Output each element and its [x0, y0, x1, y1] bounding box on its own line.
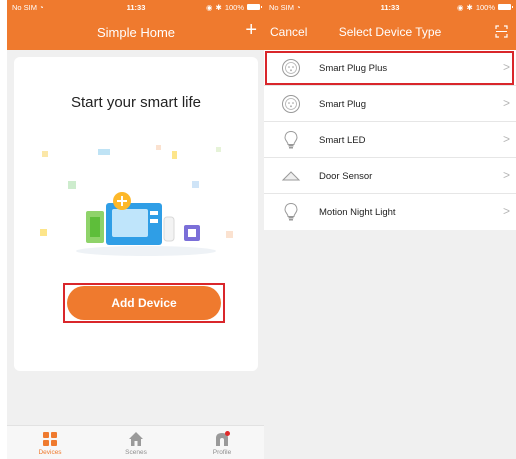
highlight-frame	[265, 51, 514, 85]
tab-label: Devices	[38, 449, 62, 456]
profile-icon	[216, 431, 230, 446]
tab-devices[interactable]: Devices	[7, 426, 93, 459]
device-label: Motion Night Light	[319, 207, 396, 218]
grid-icon	[43, 432, 57, 446]
tab-bar: Devices Scenes Profile	[7, 425, 265, 459]
tab-scenes[interactable]: Scenes	[93, 426, 179, 459]
device-type-list: Smart Plug Plus > Smart Plug > Smart LED…	[264, 50, 516, 230]
navigation-bar: Cancel Select Device Type	[264, 14, 516, 50]
empty-state-title: Start your smart life	[70, 94, 202, 111]
smart-devices-illustration	[40, 145, 233, 256]
select-device-screen: No SIM ◔ 11:33 ◉ ✱ 100% Cancel Select De…	[264, 0, 516, 459]
bulb-icon	[284, 202, 298, 221]
page-title: Select Device Type	[338, 25, 442, 39]
device-label: Smart LED	[319, 135, 366, 146]
plus-icon[interactable]: +	[245, 19, 257, 41]
device-label: Door Sensor	[319, 171, 373, 182]
door-sensor-icon	[281, 171, 301, 181]
battery-icon	[247, 4, 262, 10]
chevron-right-icon: >	[502, 96, 510, 110]
plug-icon	[282, 95, 300, 113]
status-time: 11:33	[126, 2, 146, 12]
device-label: Smart Plug	[319, 99, 366, 110]
tab-label: Profile	[212, 449, 232, 456]
page-title: Simple Home	[96, 24, 176, 40]
device-label: Smart Plug Plus	[319, 63, 388, 74]
bulb-icon	[284, 130, 298, 149]
chevron-right-icon: >	[502, 60, 510, 74]
empty-state-card: Start your smart life Add Device	[14, 57, 258, 371]
home-screen: No SIM ◔ 11:33 ◉ ✱ 100% Simple Home + St…	[7, 0, 265, 459]
device-row-motion-night-light[interactable]: Motion Night Light >	[264, 194, 516, 230]
device-row-smart-plug-plus[interactable]: Smart Plug Plus >	[264, 50, 516, 86]
plug-icon	[282, 59, 300, 77]
home-icon	[129, 432, 143, 446]
chevron-right-icon: >	[502, 204, 510, 218]
battery-icon	[498, 4, 513, 10]
device-row-door-sensor[interactable]: Door Sensor >	[264, 158, 516, 194]
chevron-right-icon: >	[502, 132, 510, 146]
device-row-smart-plug[interactable]: Smart Plug >	[264, 86, 516, 122]
status-bar: No SIM ◔ 11:33 ◉ ✱ 100%	[7, 0, 265, 14]
screenshot-composite: No SIM ◔ 11:33 ◉ ✱ 100% Simple Home + St…	[0, 0, 516, 459]
tab-profile[interactable]: Profile	[179, 426, 265, 459]
status-time: 11:33	[380, 2, 400, 12]
scan-icon[interactable]	[495, 25, 508, 38]
status-bar: No SIM ◔ 11:33 ◉ ✱ 100%	[264, 0, 516, 14]
tab-label: Scenes	[125, 449, 147, 456]
navigation-bar: Simple Home +	[7, 14, 265, 50]
chevron-right-icon: >	[502, 168, 510, 182]
device-row-smart-led[interactable]: Smart LED >	[264, 122, 516, 158]
add-device-button[interactable]: Add Device	[67, 286, 221, 320]
